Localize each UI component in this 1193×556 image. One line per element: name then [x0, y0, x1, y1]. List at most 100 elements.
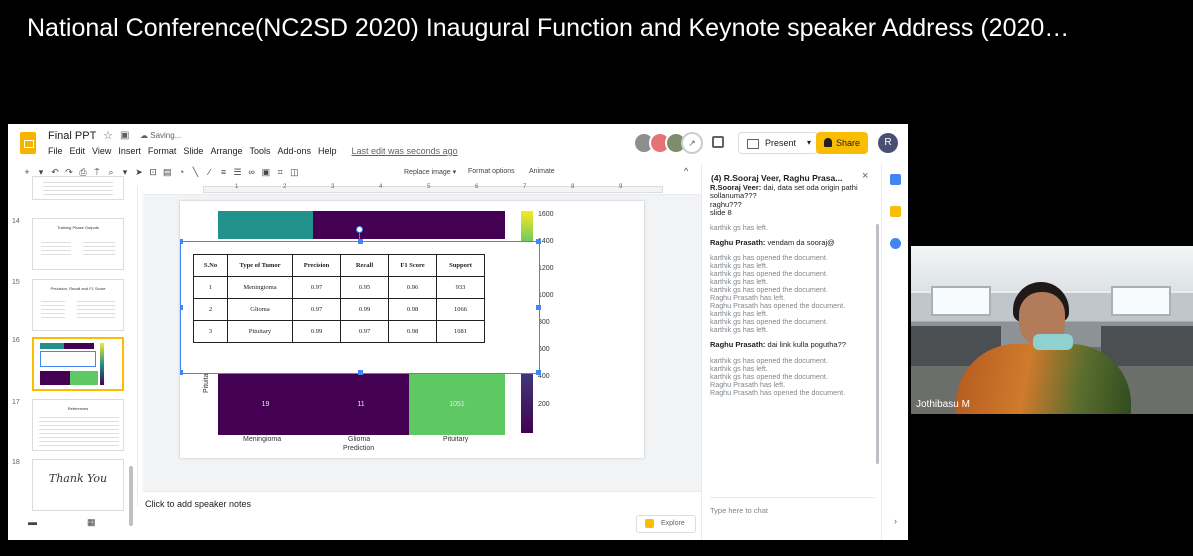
resize-handle[interactable] — [180, 305, 183, 310]
crop-icon[interactable]: ⌗ — [276, 167, 284, 178]
animate-button[interactable]: Animate — [529, 168, 555, 175]
resize-handle[interactable] — [536, 305, 541, 310]
slide-thumbnail[interactable]: Precision, Recall and F1 Score — [32, 279, 124, 331]
slide-thumbnail[interactable]: Thank You — [32, 459, 124, 511]
move-folder-icon[interactable]: ▣ — [120, 130, 129, 141]
heatmap-x-label: Prediction — [343, 445, 375, 452]
slide[interactable]: 19 11 1051 Pituitary Meningioma Glioma P… — [180, 201, 644, 458]
chat-system-line: karthik gs has left. — [710, 223, 768, 233]
slide-thumbnail[interactable] — [32, 176, 124, 200]
chevron-right-icon[interactable]: › — [894, 516, 897, 526]
table-header-row: S.No Type of Tumor Precision Recall F1 S… — [193, 254, 485, 277]
tasks-icon[interactable] — [890, 238, 901, 249]
textbox-icon[interactable]: ⊡ — [149, 167, 157, 178]
chat-system-message: karthik gs has left. — [710, 224, 875, 232]
pen-icon[interactable]: ∕ — [206, 167, 214, 178]
resize-handle[interactable] — [536, 239, 541, 244]
slide-number: 18 — [12, 459, 20, 466]
shared-screen: Final PPT ☆ ▣ ☁ Saving... File Edit View In… — [8, 124, 908, 540]
participant-video[interactable]: Jothibasu M — [911, 246, 1193, 414]
colorbar-tick: 1200 — [538, 265, 554, 272]
star-icon[interactable]: ☆ — [103, 129, 113, 142]
rotate-handle[interactable] — [356, 226, 363, 233]
selected-table-image[interactable]: S.No Type of Tumor Precision Recall F1 S… — [180, 239, 541, 375]
explore-button[interactable]: Explore — [636, 515, 696, 533]
saving-status: ☁ Saving... — [140, 131, 182, 140]
chat-message: slide 8 — [710, 208, 875, 217]
mask-icon[interactable]: ◫ — [290, 167, 299, 178]
ruler-mark: 7 — [523, 184, 527, 190]
chat-input[interactable]: Type here to chat — [710, 497, 875, 525]
menu-item-help[interactable]: Help — [318, 146, 337, 156]
colorbar-tick: 200 — [538, 401, 550, 408]
more-collaborators-icon[interactable]: ↗ — [681, 132, 703, 154]
table-cell: Pituitary — [227, 320, 293, 343]
slide-thumbnail[interactable]: References — [32, 399, 124, 451]
menu-item-view[interactable]: View — [92, 146, 111, 156]
chat-system-line: Raghu Prasath has opened the document. — [710, 387, 846, 397]
comment-history-icon[interactable] — [712, 136, 724, 148]
format-options-button[interactable]: Format options — [468, 168, 515, 175]
calendar-icon[interactable] — [890, 174, 901, 185]
present-button[interactable]: Present ▾ — [738, 132, 818, 154]
collapse-toolbar-icon[interactable]: ^ — [684, 166, 688, 176]
menu-item-addons[interactable]: Add-ons — [277, 146, 311, 156]
close-icon[interactable]: × — [862, 170, 868, 182]
speaker-notes-placeholder: Click to add speaker notes — [145, 499, 252, 509]
menu-item-file[interactable]: File — [48, 146, 63, 156]
replace-image-button[interactable]: Replace image ▾ — [404, 168, 456, 176]
slide-number: 17 — [12, 399, 20, 406]
table-header: Support — [436, 254, 485, 277]
slide-thumbnail-current[interactable] — [32, 337, 124, 391]
link-icon[interactable]: ∞ — [248, 167, 256, 178]
slide-number: 16 — [12, 337, 20, 344]
slide-canvas: 19 11 1051 Pituitary Meningioma Glioma P… — [143, 195, 701, 491]
table-row: 3 Pituitary 0.99 0.97 0.98 1081 — [193, 320, 485, 343]
menu-item-slide[interactable]: Slide — [183, 146, 203, 156]
chat-scrollbar[interactable] — [876, 224, 879, 464]
table-cell: 933 — [436, 276, 485, 299]
menu-item-arrange[interactable]: Arrange — [210, 146, 242, 156]
border-dash-icon[interactable]: ☰ — [234, 167, 242, 178]
grid-view-icon[interactable]: ▦ — [87, 517, 96, 528]
chat-text: vendam da sooraj@ — [767, 238, 835, 248]
speaker-notes[interactable]: Click to add speaker notes Explore — [143, 491, 701, 540]
image-icon[interactable]: ▤ — [163, 167, 172, 178]
heatmap-x-tick: Glioma — [348, 436, 371, 443]
keep-icon[interactable] — [890, 206, 901, 217]
resize-handle[interactable] — [358, 370, 363, 375]
slide-number: 15 — [12, 279, 20, 286]
select-cursor-icon[interactable]: ➤ — [135, 167, 143, 178]
chat-message: R.Sooraj Veer: dai, data set oda origin … — [710, 184, 875, 201]
chevron-down-icon[interactable]: ▾ — [807, 133, 811, 153]
slide-thumbnail-title: References — [67, 406, 89, 411]
share-button[interactable]: Share — [816, 132, 868, 154]
resize-handle[interactable] — [180, 370, 183, 375]
last-edit-link[interactable]: Last edit was seconds ago — [352, 146, 458, 156]
filmstrip-view-icon[interactable]: ▬ — [28, 517, 37, 528]
table-cell: 1 — [193, 276, 228, 299]
slides-header: Final PPT ☆ ▣ ☁ Saving... File Edit View In… — [8, 124, 908, 164]
new-slide-icon[interactable]: + — [23, 167, 31, 178]
line-icon[interactable]: ╲ — [192, 167, 200, 178]
resize-handle[interactable] — [180, 239, 183, 244]
comment-icon[interactable]: ▣ — [262, 167, 271, 178]
ruler-mark: 4 — [379, 184, 383, 190]
slide-number: 14 — [12, 218, 20, 225]
shape-icon[interactable]: ◔ — [178, 167, 186, 178]
chat-text: dai link kulla pogutha?? — [767, 340, 846, 350]
slide-thumbnail[interactable]: Training Phase Outputs — [32, 218, 124, 270]
table-cell: 3 — [193, 320, 228, 343]
slides-logo-icon[interactable] — [20, 132, 36, 154]
border-weight-icon[interactable]: ≡ — [220, 167, 228, 178]
menu-item-format[interactable]: Format — [148, 146, 177, 156]
document-title[interactable]: Final PPT — [48, 130, 96, 142]
menu-item-insert[interactable]: Insert — [118, 146, 141, 156]
filmstrip-scrollbar[interactable] — [129, 466, 133, 526]
collaborator-avatars: ↗ — [633, 132, 703, 154]
menu-item-tools[interactable]: Tools — [249, 146, 270, 156]
cloud-icon: ☁ — [140, 131, 151, 140]
resize-handle[interactable] — [536, 370, 541, 375]
menu-item-edit[interactable]: Edit — [70, 146, 86, 156]
account-avatar[interactable]: R — [878, 133, 898, 153]
